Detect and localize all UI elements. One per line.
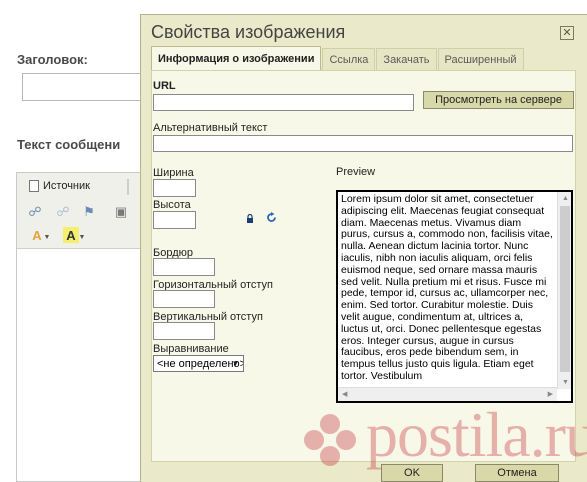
background-color-dropdown-icon[interactable]: ▼ <box>74 229 90 245</box>
watermark-text: postila.ru <box>366 399 587 470</box>
source-document-icon <box>29 180 39 192</box>
url-input[interactable] <box>153 94 414 111</box>
close-icon[interactable]: ✕ <box>560 26 574 40</box>
title-field-label: Заголовок: <box>17 52 88 67</box>
image-icon[interactable]: ▣ <box>113 203 129 219</box>
preview-text: Lorem ipsum dolor sit amet, consectetuer… <box>341 193 553 382</box>
width-label: Ширина <box>153 167 194 179</box>
vertical-scroll-thumb[interactable] <box>560 206 570 372</box>
text-color-dropdown-icon[interactable]: ▼ <box>39 229 55 245</box>
watermark-flower-icon <box>304 414 356 466</box>
alt-text-label: Альтернативный текст <box>153 122 268 134</box>
tab-upload[interactable]: Закачать <box>376 48 437 70</box>
preview-label: Preview <box>336 166 376 178</box>
tab-image-info[interactable]: Информация о изображении <box>151 46 322 70</box>
align-label: Выравнивание <box>153 343 229 355</box>
chevron-down-icon: ▼ <box>231 359 240 368</box>
scroll-down-icon[interactable]: ▼ <box>562 379 569 386</box>
anchor-flag-icon[interactable]: ⚑ <box>81 203 97 219</box>
tab-link[interactable]: Ссылка <box>322 48 376 70</box>
lock-ratio-icon[interactable] <box>246 214 254 223</box>
preview-box[interactable]: Lorem ipsum dolor sit amet, consectetuer… <box>336 190 573 403</box>
source-button[interactable]: Источник <box>29 177 90 195</box>
vspace-input[interactable] <box>153 322 215 340</box>
scroll-up-icon[interactable]: ▲ <box>562 195 569 202</box>
align-select[interactable]: <не определено> ▼ <box>153 355 244 372</box>
source-button-label: Источник <box>43 180 90 192</box>
height-label: Высота <box>153 199 191 211</box>
tab-advanced[interactable]: Расширенный <box>437 48 524 70</box>
scroll-left-icon[interactable]: ◀ <box>342 391 347 398</box>
preview-vertical-scrollbar[interactable]: ▲ ▼ <box>557 192 571 389</box>
border-input[interactable] <box>153 258 215 276</box>
toolbar-separator <box>127 179 129 195</box>
scroll-right-icon[interactable]: ▶ <box>548 391 553 398</box>
width-input[interactable] <box>153 179 196 197</box>
reset-size-icon[interactable] <box>266 212 277 223</box>
dialog-tabs: Информация о изображении Ссылка Закачать… <box>151 46 525 70</box>
height-input[interactable] <box>153 211 196 229</box>
message-field-label: Текст сообщени <box>17 137 121 152</box>
remove-link-icon[interactable]: ☍ <box>55 203 71 219</box>
hspace-input[interactable] <box>153 290 215 308</box>
dialog-title: Свойства изображения <box>151 22 346 42</box>
browse-server-button[interactable]: Просмотреть на сервере <box>423 91 574 109</box>
alt-text-input[interactable] <box>153 135 573 152</box>
url-label: URL <box>153 80 176 92</box>
insert-link-icon[interactable]: ☍ <box>27 203 43 219</box>
